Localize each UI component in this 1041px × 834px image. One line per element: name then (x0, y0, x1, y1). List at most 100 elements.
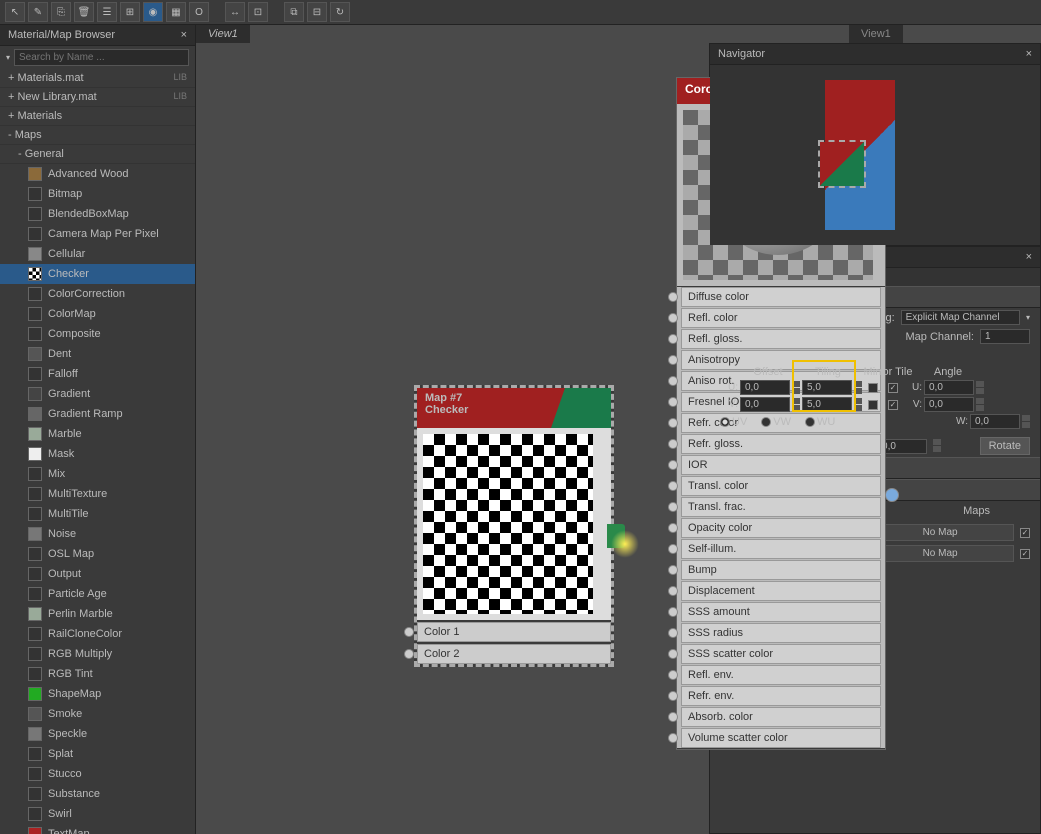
input-port[interactable] (668, 607, 678, 617)
navigator-view[interactable] (710, 65, 1040, 245)
corona-slot-opacity-color[interactable]: Opacity color (681, 518, 881, 538)
corona-slot-transl-frac-[interactable]: Transl. frac. (681, 497, 881, 517)
map-item-speckle[interactable]: Speckle (0, 724, 195, 744)
tool-btn-7[interactable]: ◉ (143, 2, 163, 22)
tool-btn-5[interactable]: ☰ (97, 2, 117, 22)
node-editor-canvas[interactable]: View1 Map #7 Checker Color 1Color 2 Coro… (196, 25, 709, 834)
mapping-dropdown[interactable]: Explicit Map Channel (901, 310, 1020, 325)
rotate-button[interactable]: Rotate (980, 437, 1030, 455)
tool-btn-8[interactable]: ▦ (166, 2, 186, 22)
tool-delete[interactable]: 🗑 (74, 2, 94, 22)
corona-slot-self-illum-[interactable]: Self-illum. (681, 539, 881, 559)
map-item-marble[interactable]: Marble (0, 424, 195, 444)
map-item-output[interactable]: Output (0, 564, 195, 584)
tool-btn-12[interactable]: ⧉ (284, 2, 304, 22)
input-port[interactable] (404, 627, 414, 637)
corona-slot-transl-color[interactable]: Transl. color (681, 476, 881, 496)
map-item-dent[interactable]: Dent (0, 344, 195, 364)
u-angle-spinner[interactable]: 0,0 (924, 380, 974, 395)
v-tile-checkbox[interactable]: ✓ (888, 400, 898, 410)
materials-section[interactable]: + Materials (0, 107, 195, 126)
close-icon[interactable]: × (181, 29, 187, 41)
input-port[interactable] (668, 376, 678, 386)
checker-node[interactable]: Map #7 Checker Color 1Color 2 (414, 385, 614, 667)
map-item-colormap[interactable]: ColorMap (0, 304, 195, 324)
map-channel-spinner[interactable]: 1 (980, 329, 1030, 344)
color2-map-button[interactable]: No Map (866, 545, 1014, 562)
color1-map-checkbox[interactable]: ✓ (1020, 528, 1030, 538)
map-item-mask[interactable]: Mask (0, 444, 195, 464)
u-mirror-checkbox[interactable] (868, 383, 878, 393)
map-item-blendedboxmap[interactable]: BlendedBoxMap (0, 204, 195, 224)
corona-slot-refl-color[interactable]: Refl. color (681, 308, 881, 328)
map-item-cellular[interactable]: Cellular (0, 244, 195, 264)
wu-radio[interactable] (805, 417, 815, 427)
checker-slot-color-1[interactable]: Color 1 (417, 622, 611, 642)
map-item-substance[interactable]: Substance (0, 784, 195, 804)
view-tab-right[interactable]: View1 (849, 25, 903, 43)
corona-slot-absorb-color[interactable]: Absorb. color (681, 707, 881, 727)
corona-slot-displacement[interactable]: Displacement (681, 581, 881, 601)
tool-btn-14[interactable]: ↻ (330, 2, 350, 22)
map-item-rgb-tint[interactable]: RGB Tint (0, 664, 195, 684)
corona-output-port[interactable] (885, 488, 899, 502)
map-item-textmap[interactable]: TextMap (0, 824, 195, 834)
input-port[interactable] (668, 586, 678, 596)
map-item-swirl[interactable]: Swirl (0, 804, 195, 824)
input-port[interactable] (668, 712, 678, 722)
tool-btn-13[interactable]: ⊟ (307, 2, 327, 22)
input-port[interactable] (668, 397, 678, 407)
corona-slot-diffuse-color[interactable]: Diffuse color (681, 287, 881, 307)
input-port[interactable] (668, 439, 678, 449)
corona-slot-refl-env-[interactable]: Refl. env. (681, 665, 881, 685)
maps-section[interactable]: - Maps (0, 126, 195, 145)
color1-map-button[interactable]: No Map (866, 524, 1014, 541)
map-item-gradient-ramp[interactable]: Gradient Ramp (0, 404, 195, 424)
checker-slot-color-2[interactable]: Color 2 (417, 644, 611, 664)
close-icon[interactable]: × (1026, 251, 1032, 263)
input-port[interactable] (668, 523, 678, 533)
map-item-smoke[interactable]: Smoke (0, 704, 195, 724)
input-port[interactable] (668, 460, 678, 470)
input-port[interactable] (668, 292, 678, 302)
tool-btn-10[interactable]: ↔ (225, 2, 245, 22)
u-tile-checkbox[interactable]: ✓ (888, 383, 898, 393)
uv-radio[interactable] (720, 417, 730, 427)
corona-slot-sss-scatter-color[interactable]: SSS scatter color (681, 644, 881, 664)
chevron-down-icon[interactable]: ▾ (1026, 313, 1030, 322)
map-item-gradient[interactable]: Gradient (0, 384, 195, 404)
map-item-multitexture[interactable]: MultiTexture (0, 484, 195, 504)
map-item-multitile[interactable]: MultiTile (0, 504, 195, 524)
library-item[interactable]: + Materials.matLIB (0, 69, 195, 88)
input-port[interactable] (668, 334, 678, 344)
input-port[interactable] (668, 733, 678, 743)
map-item-splat[interactable]: Splat (0, 744, 195, 764)
corona-slot-sss-amount[interactable]: SSS amount (681, 602, 881, 622)
tool-btn-11[interactable]: ⊡ (248, 2, 268, 22)
input-port[interactable] (668, 313, 678, 323)
library-item[interactable]: + New Library.matLIB (0, 88, 195, 107)
corona-slot-ior[interactable]: IOR (681, 455, 881, 475)
tool-btn-2[interactable]: ✎ (28, 2, 48, 22)
input-port[interactable] (668, 628, 678, 638)
corona-slot-volume-scatter-color[interactable]: Volume scatter color (681, 728, 881, 748)
map-item-rgb-multiply[interactable]: RGB Multiply (0, 644, 195, 664)
map-item-osl-map[interactable]: OSL Map (0, 544, 195, 564)
map-item-falloff[interactable]: Falloff (0, 364, 195, 384)
map-item-composite[interactable]: Composite (0, 324, 195, 344)
corona-slot-sss-radius[interactable]: SSS radius (681, 623, 881, 643)
input-port[interactable] (668, 649, 678, 659)
map-item-advanced-wood[interactable]: Advanced Wood (0, 164, 195, 184)
view-tab-center[interactable]: View1 (196, 25, 250, 43)
vw-radio[interactable] (761, 417, 771, 427)
tool-btn-3[interactable]: ⎘ (51, 2, 71, 22)
input-port[interactable] (668, 565, 678, 575)
v-mirror-checkbox[interactable] (868, 400, 878, 410)
general-section[interactable]: - General (0, 145, 195, 164)
input-port[interactable] (404, 649, 414, 659)
map-item-colorcorrection[interactable]: ColorCorrection (0, 284, 195, 304)
map-item-bitmap[interactable]: Bitmap (0, 184, 195, 204)
map-item-shapemap[interactable]: ShapeMap (0, 684, 195, 704)
v-angle-spinner[interactable]: 0,0 (924, 397, 974, 412)
map-item-mix[interactable]: Mix (0, 464, 195, 484)
